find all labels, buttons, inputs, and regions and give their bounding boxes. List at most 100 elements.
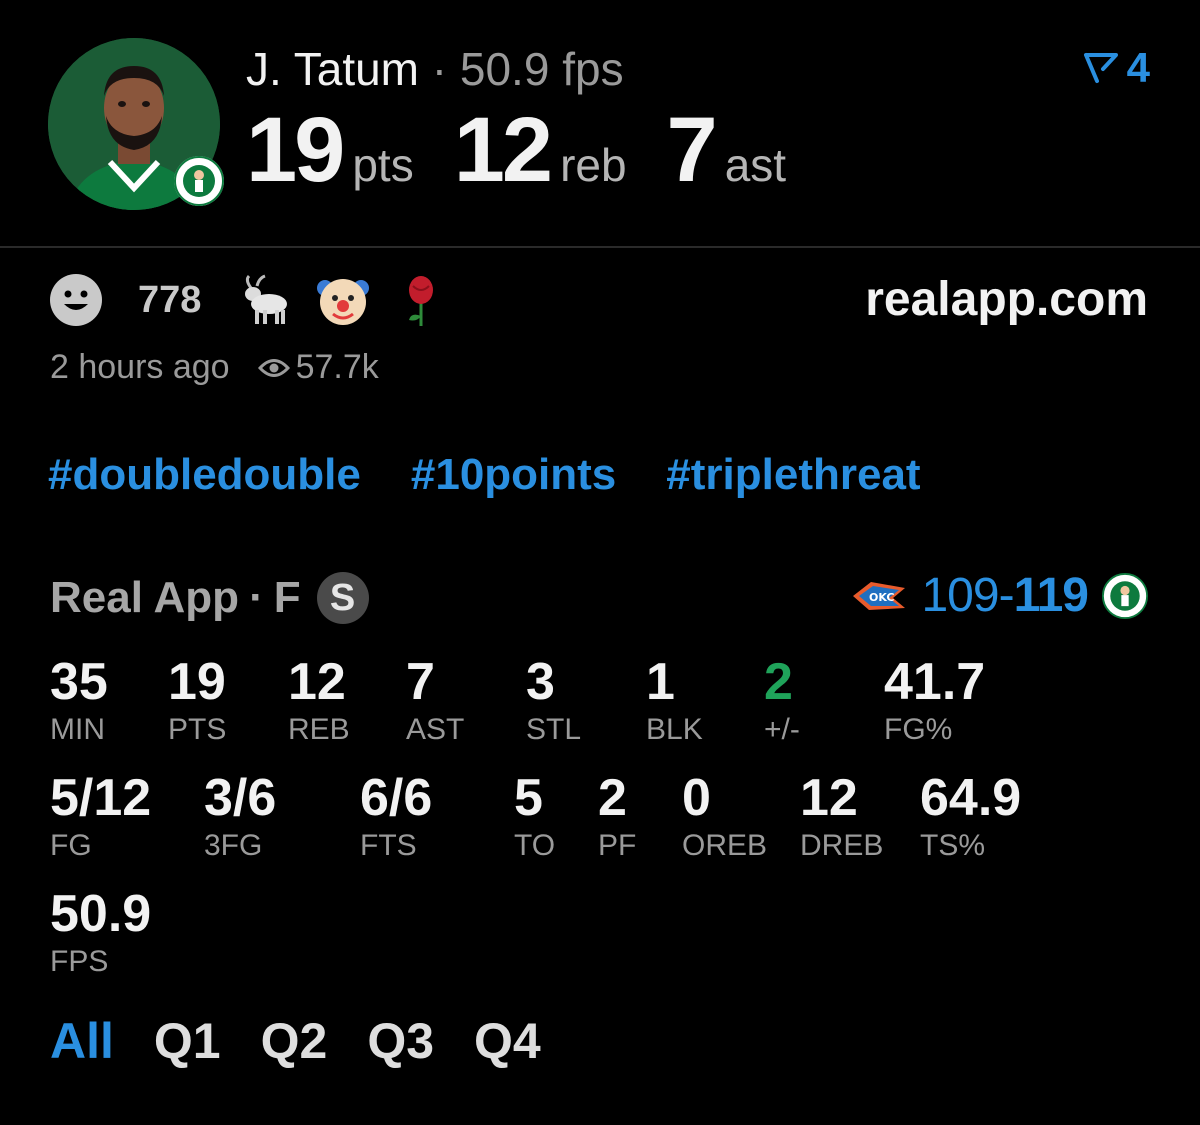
reaction-bar: 778 <box>48 272 471 328</box>
player-title: J. Tatum · 50.9 fps <box>246 42 624 96</box>
hashtag[interactable]: #doubledouble <box>48 450 361 500</box>
stat-value: 6/6 <box>360 769 433 827</box>
player-fps: 50.9 fps <box>459 43 624 95</box>
stat-value: 0 <box>682 769 711 827</box>
stat-ts-pct: 64.9 TS% <box>920 770 1021 864</box>
stat-value: 19 <box>168 653 226 711</box>
stat-label: +/- <box>764 713 800 746</box>
stat-label: STL <box>526 713 582 746</box>
rose-icon[interactable] <box>393 272 449 328</box>
stat-value: 5/12 <box>50 769 152 827</box>
stat-stl: 3 STL <box>526 654 581 748</box>
stat-value: 41.7 <box>884 653 986 711</box>
stat-label: REB <box>288 713 350 746</box>
site-link[interactable]: realapp.com <box>865 272 1148 327</box>
headline-stats: 19 pts 12 reb 7 ast <box>246 98 826 203</box>
hashtag-list: #doubledouble #10points #triplethreat <box>48 450 971 500</box>
clown-icon[interactable] <box>315 272 371 328</box>
player-header: J. Tatum · 50.9 fps 19 pts 12 reb 7 ast … <box>0 0 1200 248</box>
stat-label: AST <box>406 713 465 746</box>
view-count: 57.7k <box>257 348 379 387</box>
stat-label: OREB <box>682 829 768 862</box>
reaction-count: 778 <box>138 278 202 321</box>
time-ago: 2 hours ago <box>50 348 230 386</box>
stat-value: 12 <box>800 769 858 827</box>
stat-value: 1 <box>646 653 675 711</box>
game-score[interactable]: OKC 109-119 <box>851 568 1148 623</box>
tab-all[interactable]: All <box>50 1012 114 1070</box>
away-score: 109 <box>921 569 999 622</box>
stat-pts: 19 PTS <box>168 654 226 748</box>
stat-blk: 1 BLK <box>646 654 703 748</box>
goat-icon[interactable] <box>237 272 293 328</box>
celtics-logo-icon <box>1102 572 1148 619</box>
stat-label: DREB <box>800 829 884 862</box>
stat-value: 12 <box>288 653 346 711</box>
headline-ast-value: 7 <box>666 99 718 201</box>
game-separator: · <box>249 573 264 622</box>
view-count-value: 57.7k <box>295 348 379 386</box>
stat-oreb: 0 OREB <box>682 770 767 864</box>
stat-label: FPS <box>50 945 109 978</box>
stat-value: 3 <box>526 653 555 711</box>
stat-label: PF <box>598 829 637 862</box>
stat-fg: 5/12 FG <box>50 770 151 864</box>
stat-pf: 2 PF <box>598 770 636 864</box>
stat-value: 5 <box>514 769 543 827</box>
stat-min: 35 MIN <box>50 654 108 748</box>
stat-value: 50.9 <box>50 885 152 943</box>
headline-reb-value: 12 <box>453 99 553 201</box>
smiley-icon[interactable] <box>48 272 104 328</box>
svg-text:OKC: OKC <box>869 591 894 604</box>
headline-pts-unit: pts <box>352 139 414 191</box>
tab-q4[interactable]: Q4 <box>474 1012 541 1070</box>
stat-plus-minus: 2 +/- <box>764 654 800 748</box>
stat-value: 64.9 <box>920 769 1022 827</box>
share-arrow-icon <box>1083 53 1118 83</box>
stat-dreb: 12 DREB <box>800 770 883 864</box>
headline-ast-unit: ast <box>724 139 787 191</box>
stat-value: 35 <box>50 653 108 711</box>
hashtag[interactable]: #triplethreat <box>666 450 920 500</box>
headline-reb-unit: reb <box>560 139 627 191</box>
score-line: 109-119 <box>921 568 1089 623</box>
stat-label: MIN <box>50 713 105 746</box>
stat-fg-pct: 41.7 FG% <box>884 654 985 748</box>
tab-q3[interactable]: Q3 <box>367 1012 434 1070</box>
stat-3fg: 3/6 3FG <box>204 770 276 864</box>
stat-label: PTS <box>168 713 227 746</box>
hashtag[interactable]: #10points <box>411 450 616 500</box>
stat-value: 3/6 <box>204 769 277 827</box>
stat-label: FG <box>50 829 92 862</box>
score-dash: - <box>998 569 1015 622</box>
stat-value: 2 <box>598 769 627 827</box>
thunder-logo-icon: OKC <box>853 581 906 610</box>
celtics-logo-icon <box>174 156 224 206</box>
game-status: F <box>273 573 301 622</box>
game-source: Real App · F S <box>50 572 369 624</box>
stat-fps: 50.9 FPS <box>50 886 151 980</box>
stat-reb: 12 REB <box>288 654 350 748</box>
player-name[interactable]: J. Tatum <box>246 43 419 95</box>
stat-label: TO <box>514 829 556 862</box>
stat-to: 5 TO <box>514 770 555 864</box>
share-count: 4 <box>1126 44 1150 91</box>
stat-ast: 7 AST <box>406 654 464 748</box>
stat-label: FTS <box>360 829 417 862</box>
headline-pts-value: 19 <box>246 99 345 201</box>
quarter-tabs: All Q1 Q2 Q3 Q4 <box>50 1012 581 1070</box>
stat-label: BLK <box>646 713 703 746</box>
post-meta: 2 hours ago 57.7k <box>50 348 379 387</box>
share-button[interactable]: 4 <box>1083 44 1150 92</box>
stat-fts: 6/6 FTS <box>360 770 432 864</box>
tab-q2[interactable]: Q2 <box>261 1012 328 1070</box>
stat-label: 3FG <box>204 829 263 862</box>
status-badge: S <box>316 572 369 624</box>
title-separator: · <box>431 43 448 95</box>
stat-value: 7 <box>406 653 435 711</box>
tab-q1[interactable]: Q1 <box>154 1012 221 1070</box>
stat-label: TS% <box>920 829 986 862</box>
eye-icon <box>257 358 290 377</box>
game-source-label: Real App <box>50 573 240 622</box>
home-score: 119 <box>1013 569 1089 622</box>
